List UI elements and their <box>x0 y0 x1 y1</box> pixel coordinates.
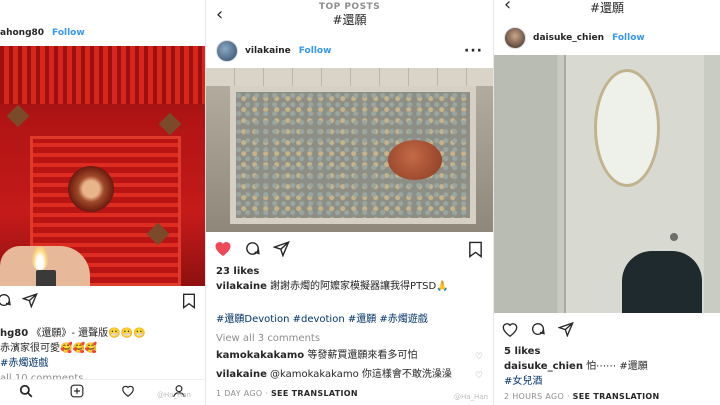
like-heart-icon[interactable] <box>214 240 232 257</box>
comment-icon[interactable] <box>244 240 261 257</box>
share-icon[interactable] <box>273 240 290 257</box>
share-icon[interactable] <box>22 292 38 308</box>
lighter <box>36 270 56 286</box>
comment-user[interactable]: kamokakakamo <box>216 350 304 361</box>
oval-window <box>594 69 660 187</box>
more-options-icon[interactable]: ··· <box>464 43 483 59</box>
left-caption: hg80 《還願》- 還聲版😬😬😬 赤濱家很可愛🥰🥰🥰 #赤燭遊戲 all 10… <box>0 326 197 386</box>
avatar[interactable] <box>504 27 526 49</box>
right-likes-count[interactable]: 5 likes <box>504 344 712 359</box>
middle-username[interactable]: vilakaine <box>245 46 291 56</box>
middle-caption-user[interactable]: vilakaine <box>216 281 267 292</box>
left-post-header: ahong80 Follow <box>0 18 205 48</box>
left-follow-button[interactable]: Follow <box>52 28 85 38</box>
door-knob <box>670 233 678 241</box>
ornament-corner <box>6 104 30 128</box>
middle-action-bar <box>214 240 290 257</box>
middle-meta-row: 1 DAY AGO · SEE TRANSLATION <box>216 389 358 398</box>
middle-timestamp: 1 DAY AGO <box>216 389 263 398</box>
back-arrow-icon[interactable]: ‹ <box>216 6 223 24</box>
baby-stroller <box>622 251 702 313</box>
like-heart-icon[interactable] <box>502 322 518 337</box>
comment-icon[interactable] <box>530 321 546 337</box>
hashtag-page-title: #還願 <box>332 13 367 27</box>
left-post-panel: ahong80 Follow hg80 《還願》- 還聲版😬😬😬 赤濱家很可愛🥰… <box>0 0 205 405</box>
middle-view-comments[interactable]: View all 3 comments <box>216 331 485 346</box>
middle-hashtags[interactable]: #還願Devotion #devotion #還願 #赤燭遊戲 <box>216 312 485 327</box>
middle-post-image[interactable] <box>206 68 493 232</box>
dragon-emblem <box>68 166 114 212</box>
comment-like-heart-icon[interactable]: ♡ <box>475 371 483 381</box>
ornament-corner <box>158 112 182 136</box>
left-watermark: @Ha_Han <box>156 391 191 399</box>
bookmark-icon[interactable] <box>468 241 483 262</box>
back-arrow-icon[interactable]: ‹ <box>504 0 511 14</box>
left-caption-user[interactable]: hg80 <box>0 328 28 339</box>
middle-post-panel: TOP POSTS #還願 ‹ vilakaine Follow ··· 23 … <box>205 0 493 405</box>
comment-user[interactable]: vilakaine <box>216 369 267 380</box>
left-hashtag[interactable]: #赤燭遊戲 <box>0 356 197 371</box>
right-follow-button[interactable]: Follow <box>612 33 645 43</box>
middle-follow-button[interactable]: Follow <box>299 46 332 56</box>
right-hashtag[interactable]: #女兒酒 <box>504 374 712 389</box>
comment-text: 等發薪買還願來看多可怕 <box>307 350 418 361</box>
wall-tiles <box>206 68 493 86</box>
share-icon[interactable] <box>558 321 574 337</box>
left-action-bar <box>0 292 38 308</box>
left-caption-text: 《還願》- 還聲版😬😬😬 <box>31 328 146 339</box>
right-post-header: daisuke_chien Follow <box>494 23 720 53</box>
comment-row: vilakaine @kamokakakamo 你這樣會不敢洗澡澡 <box>216 367 485 382</box>
avatar[interactable] <box>216 40 238 62</box>
right-timestamp: 2 HOURS AGO <box>504 392 565 401</box>
middle-topbar: TOP POSTS #還願 <box>206 2 493 27</box>
right-caption-user[interactable]: daisuke_chien <box>504 361 583 372</box>
right-username[interactable]: daisuke_chien <box>533 33 604 43</box>
middle-post-header: vilakaine Follow ··· <box>206 36 493 66</box>
right-post-image[interactable] <box>494 55 720 313</box>
middle-likes-count[interactable]: 23 likes <box>216 264 485 279</box>
right-post-panel: #還願 ‹ daisuke_chien Follow 5 likes daisu… <box>493 0 720 405</box>
add-post-icon[interactable] <box>70 383 84 402</box>
flame <box>32 246 48 270</box>
right-caption: 5 likes daisuke_chien 怕⋯⋯ #還願 #女兒酒 <box>504 344 712 389</box>
left-username[interactable]: ahong80 <box>0 28 44 38</box>
right-action-bar <box>502 321 574 337</box>
middle-watermark: @Ha_Han <box>454 393 489 401</box>
search-icon[interactable] <box>19 383 33 402</box>
hashtag-page-title: #還願 <box>589 1 625 15</box>
right-topbar: #還願 <box>494 1 720 15</box>
middle-see-translation[interactable]: SEE TRANSLATION <box>271 389 358 398</box>
right-meta-row: 2 HOURS AGO · SEE TRANSLATION <box>504 392 660 401</box>
left-caption-line2: 赤濱家很可愛🥰🥰🥰 <box>0 343 98 354</box>
activity-heart-icon[interactable] <box>121 383 135 402</box>
right-caption-text: 怕⋯⋯ #還願 <box>586 361 648 372</box>
right-see-translation[interactable]: SEE TRANSLATION <box>573 392 660 401</box>
middle-caption: 23 likes vilakaine 謝謝赤燭的阿嬤家模擬器讓我得PTSD🙏 <box>216 264 485 294</box>
comment-row: kamokakakamo 等發薪買還願來看多可怕 <box>216 348 485 363</box>
comment-text: @kamokakakamo 你這樣會不敢洗澡澡 <box>270 369 452 380</box>
top-posts-label: TOP POSTS <box>318 2 381 12</box>
left-post-image[interactable] <box>0 46 205 286</box>
comment-icon[interactable] <box>0 292 12 308</box>
gate-bars <box>0 46 205 104</box>
middle-caption-text: 謝謝赤燭的阿嬤家模擬器讓我得PTSD🙏 <box>270 281 449 292</box>
water-basin <box>388 140 442 180</box>
comment-like-heart-icon[interactable]: ♡ <box>475 352 483 362</box>
bookmark-icon[interactable] <box>182 293 196 313</box>
